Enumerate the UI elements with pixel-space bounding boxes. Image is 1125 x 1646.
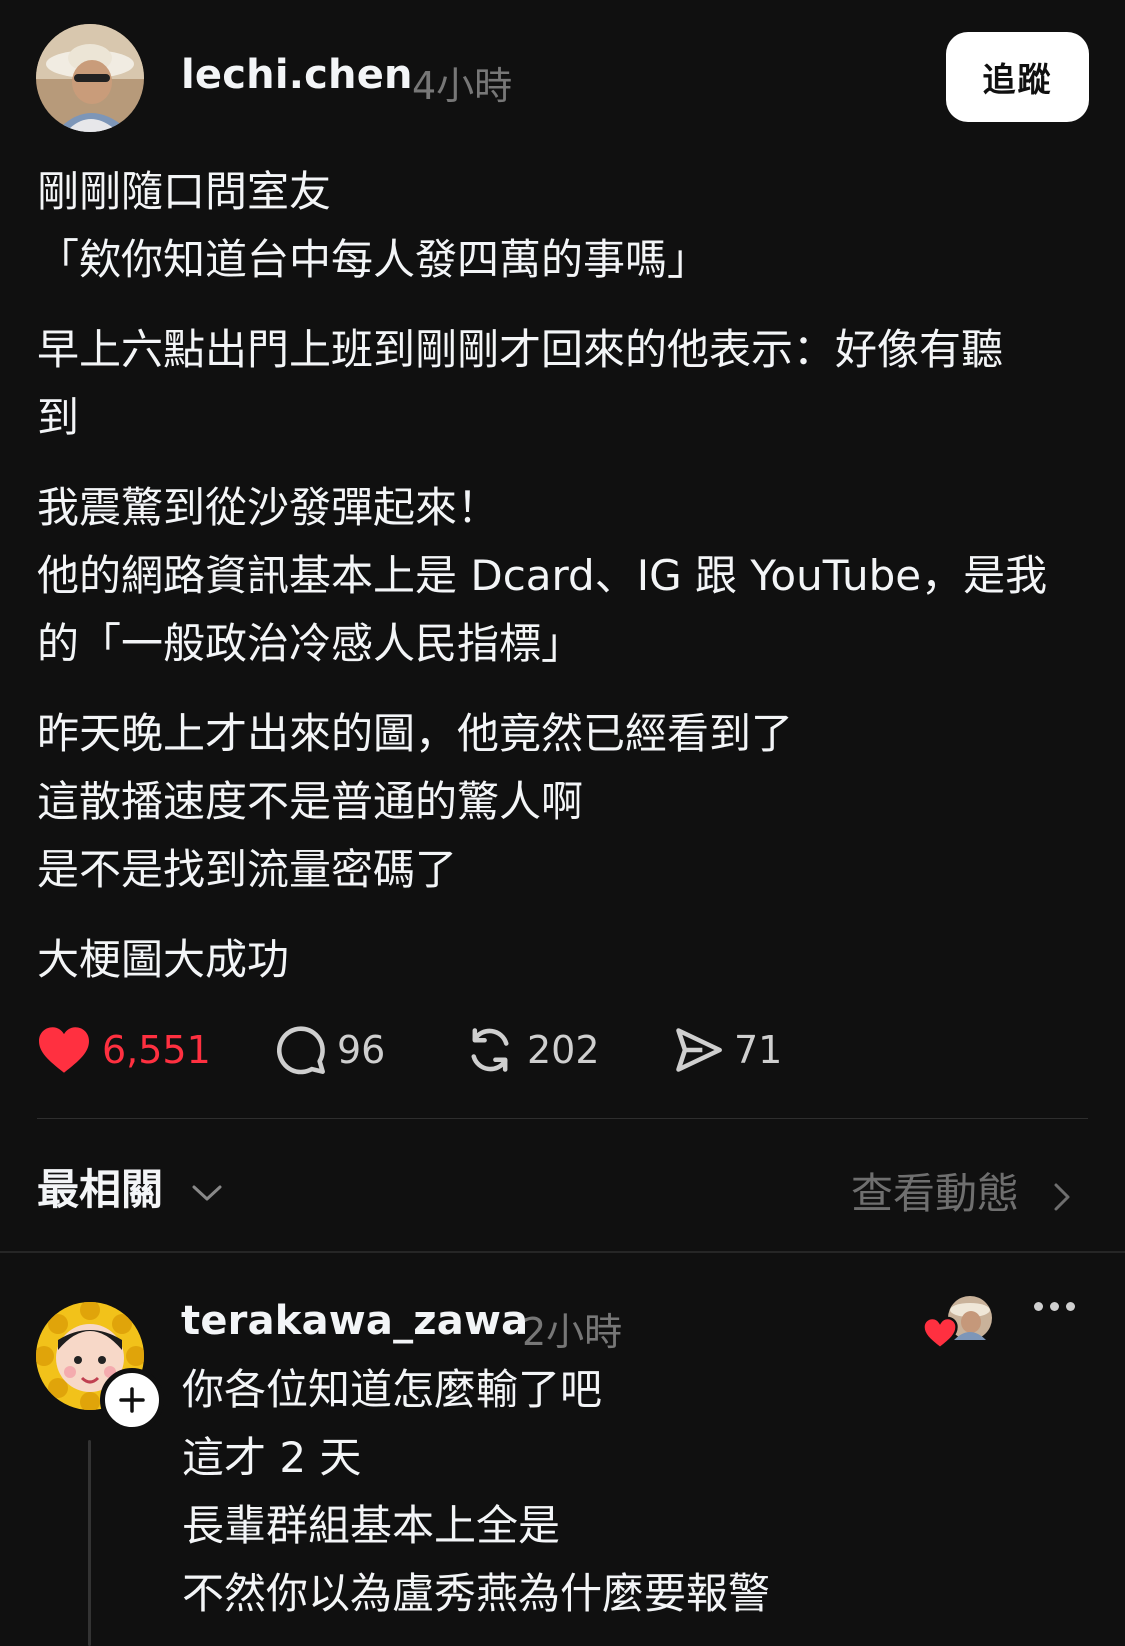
comment-line: 長輩群組基本上全是 [182, 1501, 561, 1550]
follow-commenter-button[interactable] [100, 1368, 164, 1432]
post-paragraph: 剛剛隨口問室友 「欸你知道台中每人發四萬的事嗎」 [37, 158, 1097, 294]
follow-button[interactable]: 追蹤 [946, 32, 1089, 122]
post-line: 早上六點出門上班到剛剛才回來的他表示：好像有聽 [37, 325, 1004, 374]
post-line: 到 [37, 393, 80, 442]
post-line: 這散播速度不是普通的驚人啊 [37, 777, 584, 826]
comment-line: 不然你以為盧秀燕為什麼要報警 [182, 1569, 771, 1618]
comment-button[interactable]: 96 [275, 1020, 385, 1080]
post-paragraph: 我震驚到從沙發彈起來！ 他的網路資訊基本上是 Dcard、IG 跟 YouTub… [37, 474, 1097, 678]
post-line: 剛剛隨口問室友 [37, 167, 332, 216]
post-line: 「欸你知道台中每人發四萬的事嗎」 [37, 235, 710, 284]
comment-icon [276, 1026, 325, 1075]
post-paragraph: 大梗圖大成功 [37, 926, 1097, 994]
author-username[interactable]: lechi.chen [181, 52, 413, 98]
reply-thread-line [88, 1440, 91, 1646]
sort-dropdown[interactable]: 最相關 [37, 1156, 224, 1217]
comment-time: 2小時 [522, 1310, 623, 1354]
heart-icon [39, 1027, 89, 1073]
post-paragraph: 昨天晚上才出來的圖，他竟然已經看到了 這散播速度不是普通的驚人啊 是不是找到流量… [37, 700, 1097, 904]
post-line: 的「一般政治冷感人民指標」 [37, 619, 584, 668]
divider [37, 1118, 1088, 1119]
heart-icon [922, 1316, 958, 1350]
post-line: 是不是找到流量密碼了 [37, 845, 458, 894]
post-line: 我震驚到從沙發彈起來！ [37, 483, 500, 532]
share-count: 71 [734, 1028, 783, 1072]
post-time: 4小時 [412, 64, 513, 108]
post-paragraph: 早上六點出門上班到剛剛才回來的他表示：好像有聽 到 [37, 316, 1097, 452]
chevron-right-icon [1054, 1183, 1070, 1210]
like-count: 6,551 [102, 1028, 211, 1072]
post-line: 大梗圖大成功 [37, 935, 290, 984]
view-activity-link[interactable]: 查看動態 [851, 1160, 1074, 1221]
chevron-down-icon [192, 1185, 222, 1200]
activity-label: 查看動態 [851, 1169, 1020, 1218]
sort-label: 最相關 [37, 1165, 164, 1214]
repost-count: 202 [527, 1028, 600, 1072]
share-button[interactable]: 71 [672, 1020, 782, 1080]
repost-icon [471, 1028, 509, 1072]
post-line: 昨天晚上才出來的圖，他竟然已經看到了 [37, 709, 794, 758]
post-line: 他的網路資訊基本上是 Dcard、IG 跟 YouTube，是我 [37, 551, 1048, 600]
plus-icon [119, 1387, 145, 1413]
like-button[interactable]: 6,551 [36, 1020, 211, 1080]
comment-count: 96 [337, 1028, 386, 1072]
comment-line: 你各位知道怎麼輸了吧 [182, 1365, 603, 1414]
author-liked-indicator [920, 1294, 996, 1350]
comment-body: 你各位知道怎麼輸了吧 這才 2 天 長輩群組基本上全是 不然你以為盧秀燕為什麼要… [182, 1356, 770, 1628]
section-divider [0, 1251, 1125, 1253]
post-body: 剛剛隨口問室友 「欸你知道台中每人發四萬的事嗎」 早上六點出門上班到剛剛才回來的… [37, 158, 1097, 1016]
author-avatar[interactable] [36, 24, 144, 132]
repost-button[interactable]: 202 [463, 1020, 600, 1080]
share-icon [676, 1028, 722, 1072]
comment-line: 這才 2 天 [182, 1433, 362, 1482]
more-icon[interactable] [1034, 1302, 1075, 1311]
commenter-username[interactable]: terakawa_zawa [181, 1298, 528, 1344]
